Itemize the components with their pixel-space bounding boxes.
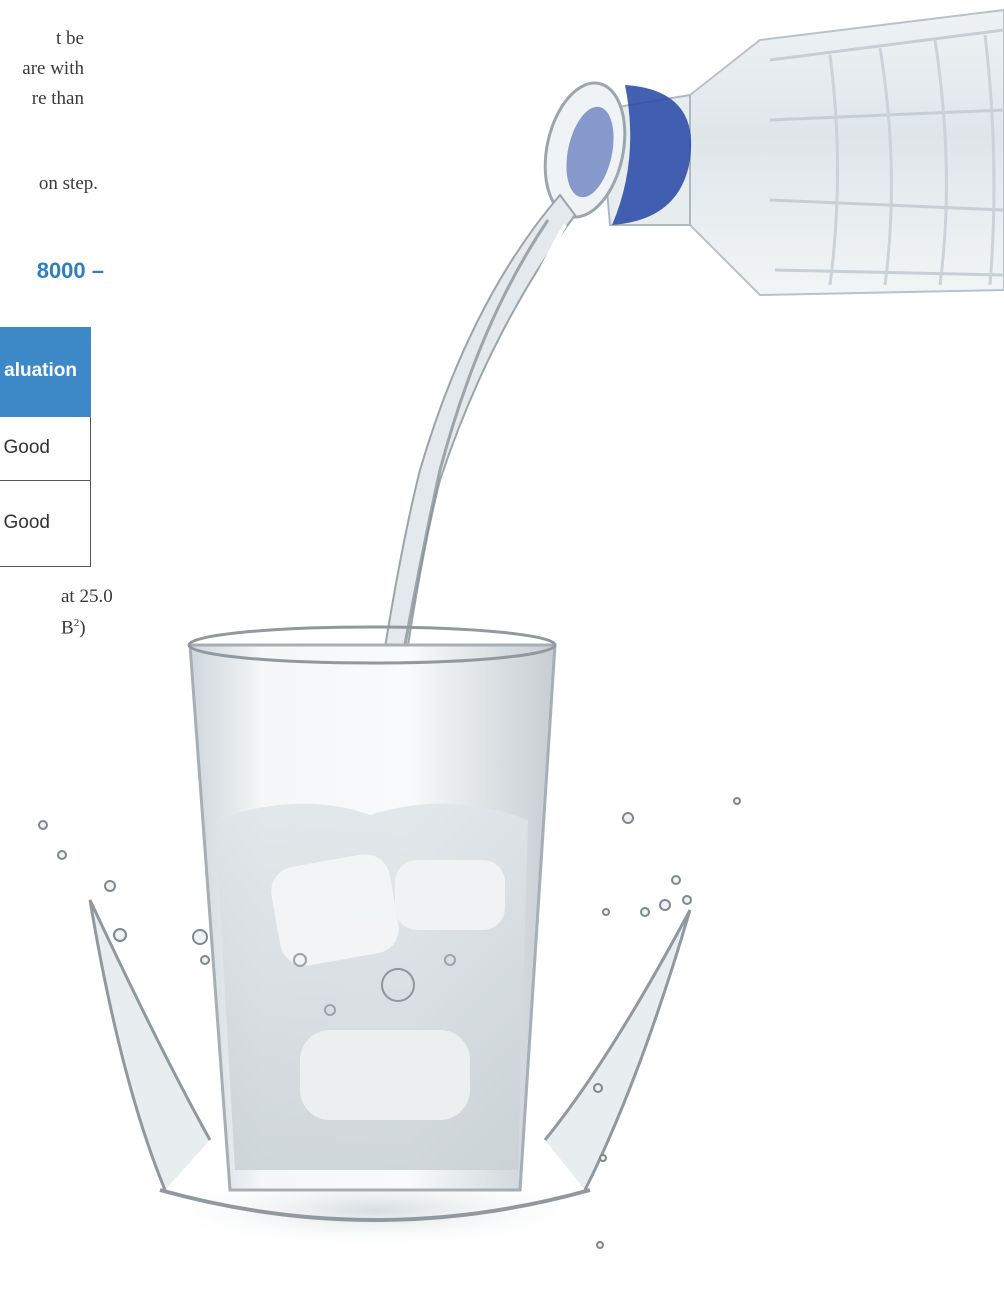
bottle [543,8,1004,297]
glass [145,625,605,1250]
water-pouring-photo [38,8,1004,1250]
